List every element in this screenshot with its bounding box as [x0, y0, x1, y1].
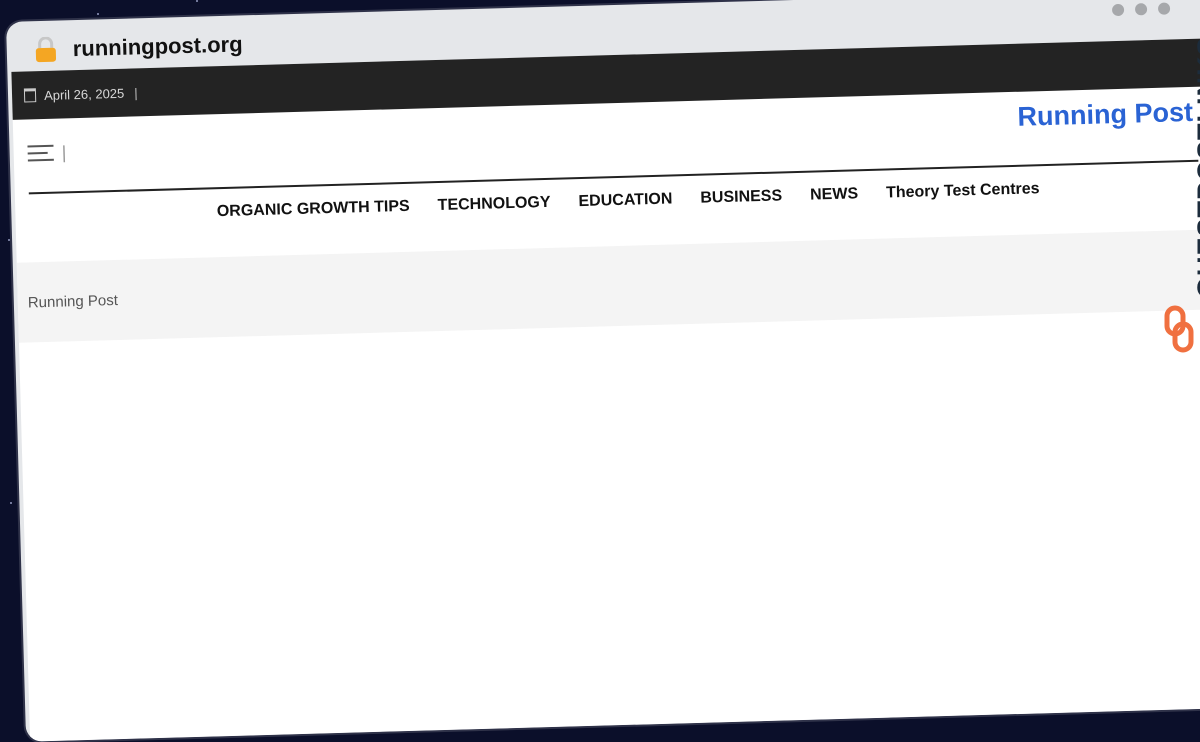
window-dot-icon[interactable]: [1157, 2, 1171, 15]
nav-item-organic-growth-tips[interactable]: ORGANIC GROWTH TIPS: [217, 198, 411, 241]
star-dot: [97, 13, 99, 15]
url-text[interactable]: runningpost.org: [72, 31, 243, 62]
watermark-text: GUESTPOSTLINKS: [1192, 36, 1200, 298]
page-title-banner: Running Post: [16, 228, 1200, 343]
browser-window: runningpost.org April 26, 2025 | | Runni…: [6, 0, 1200, 742]
web-page: April 26, 2025 | | Running Post ORGANIC …: [11, 37, 1200, 742]
nav-item-news[interactable]: NEWS: [810, 185, 859, 224]
header-separator: |: [61, 142, 67, 163]
hamburger-menu-icon[interactable]: [27, 144, 54, 167]
nav-item-business[interactable]: BUSINESS: [700, 187, 783, 227]
current-date: April 26, 2025: [43, 85, 125, 103]
nav-item-education[interactable]: EDUCATION: [578, 190, 673, 231]
star-dot: [10, 502, 12, 504]
window-dot-icon[interactable]: [1111, 3, 1125, 17]
nav-item-theory-test-centres[interactable]: Theory Test Centres: [886, 180, 1041, 222]
guestpostlinks-watermark: GUESTPOSTLINKS: [1162, 36, 1200, 370]
window-controls: [1111, 2, 1171, 17]
topbar-separator: |: [134, 84, 138, 100]
calendar-icon: [23, 88, 37, 103]
window-dot-icon[interactable]: [1134, 3, 1148, 16]
breadcrumb[interactable]: Running Post: [28, 291, 119, 311]
lock-icon: [35, 36, 57, 63]
link-icon: [1164, 305, 1194, 353]
nav-item-technology[interactable]: TECHNOLOGY: [437, 194, 551, 235]
star-dot: [8, 239, 10, 241]
star-dot: [196, 0, 198, 2]
